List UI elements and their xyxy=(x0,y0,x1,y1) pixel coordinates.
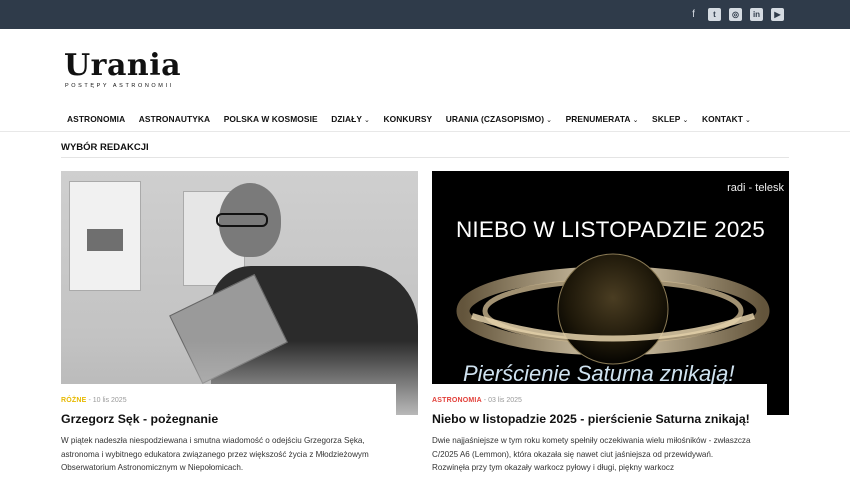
section-title: WYBÓR REDAKCJI xyxy=(61,142,149,153)
article-meta: RÓŻNE - 10 lis 2025 xyxy=(61,397,396,404)
category-label[interactable]: ASTRONOMIA xyxy=(432,397,482,404)
site-logo[interactable]: Urania POSTĘPY ASTRONOMII xyxy=(64,48,182,90)
image-title: NIEBO W LISTOPADZIE 2025 xyxy=(455,217,766,242)
image-brand: radi - telesk xyxy=(727,182,784,194)
article-excerpt: W piątek nadeszła niespodziewana i smutn… xyxy=(61,436,369,472)
main-nav: ASTRONOMIA ASTRONAUTYKA POLSKA W KOSMOSI… xyxy=(67,114,764,124)
nav-divider xyxy=(0,131,850,132)
article-title[interactable]: Niebo w listopadzie 2025 - pierścienie S… xyxy=(432,412,767,426)
poster-image xyxy=(87,229,123,251)
article-excerpt: Dwie najjaśniejsze w tym roku komety spe… xyxy=(432,436,751,472)
article-card: radi - telesk NIEBO W LISTOPADZIE 2025 P… xyxy=(432,171,789,475)
linkedin-icon[interactable]: in xyxy=(750,8,763,21)
category-label[interactable]: RÓŻNE xyxy=(61,397,87,404)
article-body: ASTRONOMIA - 03 lis 2025 Niebo w listopa… xyxy=(432,384,767,475)
chevron-down-icon: ⌄ xyxy=(682,117,689,124)
social-links: f t ◎ in ▶ xyxy=(687,8,784,21)
instagram-icon[interactable]: ◎ xyxy=(729,8,742,21)
nav-item-astronomia[interactable]: ASTRONOMIA xyxy=(67,114,125,124)
chevron-down-icon: ⌄ xyxy=(546,117,553,124)
glasses-image xyxy=(216,213,268,227)
article-body: RÓŻNE - 10 lis 2025 Grzegorz Sęk - pożeg… xyxy=(61,384,396,475)
chevron-down-icon: ⌄ xyxy=(744,117,751,124)
nav-item-polska-w-kosmosie[interactable]: POLSKA W KOSMOSIE xyxy=(224,114,318,124)
chevron-down-icon: ⌄ xyxy=(632,117,639,124)
nav-item-urania-czasopismo[interactable]: URANIA (CZASOPISMO) ⌄ xyxy=(446,114,552,124)
article-image[interactable] xyxy=(61,171,418,415)
logo-subtitle: POSTĘPY ASTRONOMII xyxy=(65,83,174,89)
article-image[interactable]: radi - telesk NIEBO W LISTOPADZIE 2025 P… xyxy=(432,171,789,415)
nav-item-konkursy[interactable]: KONKURSY xyxy=(384,114,433,124)
facebook-icon[interactable]: f xyxy=(687,8,700,21)
article-card: RÓŻNE - 10 lis 2025 Grzegorz Sęk - pożeg… xyxy=(61,171,418,475)
nav-item-dzialy[interactable]: DZIAŁY ⌄ xyxy=(331,114,370,124)
youtube-icon[interactable]: ▶ xyxy=(771,8,784,21)
nav-item-kontakt[interactable]: KONTAKT ⌄ xyxy=(702,114,751,124)
twitter-icon[interactable]: t xyxy=(708,8,721,21)
article-date: 03 lis 2025 xyxy=(488,397,522,404)
article-meta: ASTRONOMIA - 03 lis 2025 xyxy=(432,397,767,404)
section-divider xyxy=(61,157,789,158)
nav-item-sklep[interactable]: SKLEP ⌄ xyxy=(652,114,688,124)
nav-item-prenumerata[interactable]: PRENUMERATA ⌄ xyxy=(566,114,639,124)
article-date: 10 lis 2025 xyxy=(92,397,127,404)
logo-title: Urania xyxy=(64,48,182,83)
nav-item-astronautyka[interactable]: ASTRONAUTYKA xyxy=(139,114,210,124)
top-bar: f t ◎ in ▶ xyxy=(0,0,850,29)
chevron-down-icon: ⌄ xyxy=(364,117,370,124)
article-title[interactable]: Grzegorz Sęk - pożegnanie xyxy=(61,412,396,426)
